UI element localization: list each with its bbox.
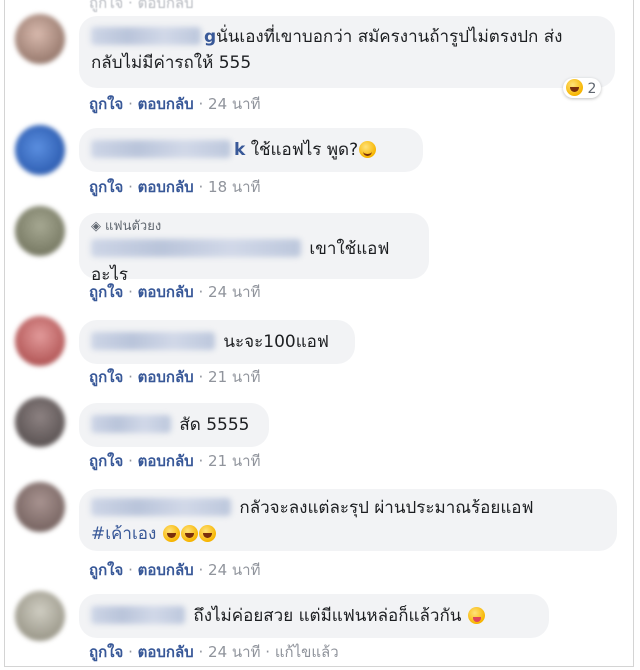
winking-tongue-face-icon bbox=[467, 607, 485, 624]
reply-link[interactable]: ตอบกลับ bbox=[138, 283, 194, 301]
commenter-name-tail[interactable]: g bbox=[204, 27, 216, 47]
commenter-name-blurred[interactable] bbox=[91, 415, 171, 433]
comment-actions: ถูกใจ · ตอบกลับ · 18 นาที bbox=[89, 178, 261, 196]
comment-bubble: ◈ แฟนตัวยง เขาใช้แอฟอะไร bbox=[79, 213, 429, 285]
comment-text-line-1: gนั่นเองที่เขาบอกว่า สมัครงานถ้ารูปไม่ตร… bbox=[91, 24, 603, 50]
comment-bubble: k ใช้แอฟไร พูด? bbox=[79, 128, 423, 172]
avatar[interactable] bbox=[15, 14, 65, 64]
timestamp[interactable]: 24 นาที bbox=[208, 643, 260, 661]
avatar[interactable] bbox=[15, 125, 65, 175]
commenter-name-blurred[interactable] bbox=[91, 27, 201, 45]
commenter-name-blurred[interactable] bbox=[91, 498, 231, 516]
comment-actions: ถูกใจ · ตอบกลับ · 24 นาที · แก้ไขแล้ว bbox=[89, 643, 339, 661]
comment-text: ถึงไม่ค่อยสวย แต่มีแฟนหล่อก็แล้วกัน bbox=[193, 606, 462, 626]
timestamp[interactable]: 18 นาที bbox=[208, 178, 260, 196]
rolling-laughing-face-icon bbox=[180, 525, 198, 542]
comment-actions: ถูกใจ · ตอบกลับ · 21 นาที bbox=[89, 452, 261, 470]
reply-link[interactable]: ตอบกลับ bbox=[138, 178, 194, 196]
commenter-name-blurred[interactable] bbox=[91, 140, 231, 158]
comment-bubble: gนั่นเองที่เขาบอกว่า สมัครงานถ้ารูปไม่ตร… bbox=[79, 16, 615, 88]
comment-text: ใช้แอฟไร พูด? bbox=[250, 140, 359, 160]
timestamp[interactable]: 24 นาที bbox=[208, 95, 260, 113]
timestamp[interactable]: 24 นาที bbox=[208, 283, 260, 301]
commenter-name-tail[interactable]: k bbox=[234, 140, 245, 160]
comments-panel: ถูกใจ · ตอบกลับ gนั่นเองที่เขาบอกว่า สมั… bbox=[4, 0, 634, 667]
top-fan-badge: ◈ แฟนตัวยง bbox=[91, 219, 162, 234]
timestamp[interactable]: 21 นาที bbox=[208, 368, 260, 386]
avatar[interactable] bbox=[15, 591, 65, 641]
reply-link[interactable]: ตอบกลับ bbox=[138, 643, 194, 661]
like-link[interactable]: ถูกใจ bbox=[89, 95, 123, 113]
comment-text-line-2: #เค้าเอง bbox=[91, 521, 605, 547]
avatar[interactable] bbox=[15, 316, 65, 366]
reaction-summary[interactable]: 2 bbox=[563, 78, 602, 98]
comment-bubble: นะจะ100แอฟ bbox=[79, 320, 355, 364]
reply-link[interactable]: ตอบกลับ bbox=[138, 95, 194, 113]
edited-label[interactable]: แก้ไขแล้ว bbox=[275, 643, 339, 661]
avatar[interactable] bbox=[15, 482, 65, 532]
smiling-face-icon bbox=[359, 141, 377, 158]
like-link[interactable]: ถูกใจ bbox=[89, 283, 123, 301]
timestamp[interactable]: 24 นาที bbox=[208, 561, 260, 579]
like-link[interactable]: ถูกใจ bbox=[89, 452, 123, 470]
reply-link[interactable]: ตอบกลับ bbox=[138, 561, 194, 579]
comment-actions: ถูกใจ · ตอบกลับ · 24 นาที bbox=[89, 561, 261, 579]
reply-link[interactable]: ตอบกลับ bbox=[138, 452, 194, 470]
timestamp[interactable]: 21 นาที bbox=[208, 452, 260, 470]
comment-actions: ถูกใจ · ตอบกลับ · 24 นาที bbox=[89, 95, 261, 113]
comment-text: นะจะ100แอฟ bbox=[223, 332, 329, 352]
reply-link[interactable]: ตอบกลับ bbox=[138, 368, 194, 386]
rolling-laughing-face-icon bbox=[198, 525, 216, 542]
like-link[interactable]: ถูกใจ bbox=[89, 368, 123, 386]
comment-bubble: ถึงไม่ค่อยสวย แต่มีแฟนหล่อก็แล้วกัน bbox=[79, 594, 549, 638]
commenter-name-blurred[interactable] bbox=[91, 332, 215, 350]
comment-text-line-2: กลับไม่มีค่ารถให้ 555 bbox=[91, 53, 252, 73]
like-link[interactable]: ถูกใจ bbox=[89, 561, 123, 579]
comment-text-line-1: กลัวจะลงแต่ละรุป ผ่านประมาณร้อยแอฟ bbox=[91, 495, 605, 521]
like-link[interactable]: ถูกใจ bbox=[89, 643, 123, 661]
reaction-count: 2 bbox=[587, 81, 597, 97]
laughing-face-icon bbox=[566, 79, 583, 96]
avatar[interactable] bbox=[15, 397, 65, 447]
commenter-name-blurred[interactable] bbox=[91, 239, 301, 257]
diamond-icon: ◈ bbox=[91, 219, 101, 234]
previous-comment-actions: ถูกใจ · ตอบกลับ bbox=[89, 0, 194, 12]
comment-bubble: กลัวจะลงแต่ละรุป ผ่านประมาณร้อยแอฟ #เค้า… bbox=[79, 489, 617, 551]
like-link[interactable]: ถูกใจ bbox=[89, 178, 123, 196]
commenter-name-blurred[interactable] bbox=[91, 606, 185, 624]
comment-text: สัด 5555 bbox=[179, 415, 250, 435]
comment-bubble: สัด 5555 bbox=[79, 403, 269, 447]
rolling-laughing-face-icon bbox=[162, 525, 180, 542]
comment-actions: ถูกใจ · ตอบกลับ · 24 นาที bbox=[89, 283, 261, 301]
avatar[interactable] bbox=[15, 206, 65, 256]
comment-actions: ถูกใจ · ตอบกลับ · 21 นาที bbox=[89, 368, 261, 386]
